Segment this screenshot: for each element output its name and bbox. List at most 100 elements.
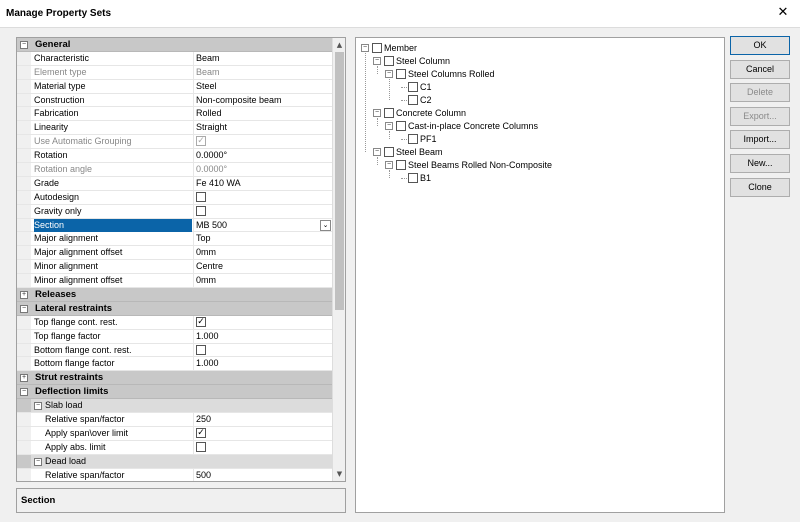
property-checkbox[interactable] <box>196 344 206 355</box>
collapse-icon[interactable]: − <box>20 388 28 397</box>
property-row-section[interactable]: Section MB 500 ⌄ <box>17 218 333 233</box>
property-row-element-type[interactable]: Element type Beam <box>17 65 333 80</box>
tree-checkbox[interactable] <box>384 56 394 66</box>
property-value[interactable]: 1.000 <box>193 357 333 372</box>
property-row-use-automatic-grouping[interactable]: Use Automatic Grouping ✓ <box>17 135 333 150</box>
chevron-down-icon[interactable]: ⌄ <box>320 219 331 231</box>
collapse-icon[interactable]: − <box>34 457 42 466</box>
property-row-bottom-flange-factor[interactable]: Bottom flange factor 1.000 <box>17 357 333 372</box>
property-row-top-flange-factor[interactable]: Top flange factor 1.000 <box>17 329 333 344</box>
property-value[interactable]: Beam <box>193 51 333 66</box>
property-value[interactable]: Non-composite beam <box>193 93 333 108</box>
property-row-major-alignment-offset[interactable]: Major alignment offset 0mm <box>17 246 333 261</box>
property-row-fabrication[interactable]: Fabrication Rolled <box>17 107 333 122</box>
clone-button[interactable]: Clone <box>730 177 790 197</box>
ok-button[interactable]: OK <box>730 36 790 55</box>
property-value[interactable]: 250 <box>193 413 333 427</box>
property-row-linearity[interactable]: Linearity Straight <box>17 121 333 136</box>
collapse-icon[interactable]: − <box>373 57 381 65</box>
collapse-icon[interactable]: − <box>385 122 393 130</box>
property-value[interactable]: Top <box>193 232 333 247</box>
scroll-thumb[interactable] <box>335 52 344 310</box>
property-value[interactable]: Centre <box>193 260 333 275</box>
collapse-icon[interactable]: − <box>20 304 28 313</box>
property-row-rotation[interactable]: Rotation 0.0000° <box>17 149 333 164</box>
property-row-minor-alignment[interactable]: Minor alignment Centre <box>17 260 333 275</box>
import-button[interactable]: Import... <box>730 130 790 150</box>
tree-checkbox[interactable] <box>408 82 418 92</box>
property-value[interactable]: Steel <box>193 79 333 94</box>
property-value[interactable]: 0.0000° <box>193 149 333 164</box>
tree-node-member[interactable]: − Member <box>356 42 716 54</box>
tree-checkbox[interactable] <box>384 108 394 118</box>
property-row-grade[interactable]: Grade Fe 410 WA <box>17 176 333 191</box>
property-row-minor-alignment-offset[interactable]: Minor alignment offset 0mm <box>17 274 333 289</box>
property-value[interactable]: 0.0000° <box>193 163 333 177</box>
property-checkbox[interactable] <box>196 205 206 216</box>
property-value[interactable]: 0mm <box>193 274 333 289</box>
property-row-characteristic[interactable]: Characteristic Beam <box>17 51 333 66</box>
tree-node-steel-beams-rolled-non-composite[interactable]: − Steel Beams Rolled Non-Composite <box>356 159 716 171</box>
property-checkbox[interactable] <box>196 191 206 202</box>
property-value[interactable]: MB 500 ⌄ <box>193 218 333 233</box>
property-row-major-alignment[interactable]: Major alignment Top <box>17 232 333 247</box>
property-row-apply-span-over-limit[interactable]: Apply span\over limit ✓ <box>17 426 333 441</box>
tree-checkbox[interactable] <box>396 160 406 170</box>
subcategory-dead-load[interactable]: − Dead load <box>17 454 333 469</box>
collapse-icon[interactable]: − <box>373 148 381 156</box>
scroll-down-icon[interactable]: ▼ <box>335 469 344 479</box>
property-row-construction[interactable]: Construction Non-composite beam <box>17 93 333 108</box>
tree-node-steel-columns-rolled[interactable]: − Steel Columns Rolled <box>356 68 716 80</box>
cancel-button[interactable]: Cancel <box>730 59 790 79</box>
collapse-icon[interactable]: − <box>34 402 42 411</box>
collapse-icon[interactable]: − <box>373 109 381 117</box>
tree-node-steel-column[interactable]: − Steel Column <box>356 55 716 67</box>
property-value[interactable]: 1.000 <box>193 329 333 344</box>
property-value[interactable]: Beam <box>193 65 333 80</box>
close-icon[interactable]: ✕ <box>774 4 792 22</box>
property-value[interactable]: Rolled <box>193 107 333 122</box>
category-lateral-restraints[interactable]: − Lateral restraints <box>17 301 333 316</box>
tree-checkbox[interactable] <box>396 69 406 79</box>
property-row-top-flange-cont-rest[interactable]: Top flange cont. rest. ✓ <box>17 315 333 330</box>
tree-checkbox[interactable] <box>408 95 418 105</box>
tree-checkbox[interactable] <box>372 43 382 53</box>
subcategory-slab-load[interactable]: − Slab load <box>17 399 333 414</box>
category-releases[interactable]: + Releases <box>17 288 333 302</box>
property-value[interactable]: Straight <box>193 121 333 136</box>
property-row-relative-span-factor[interactable]: Relative span/factor 500 <box>17 468 333 481</box>
category-general[interactable]: − General <box>17 38 333 52</box>
tree-checkbox[interactable] <box>384 147 394 157</box>
tree-checkbox[interactable] <box>408 173 418 183</box>
tree-node-steel-beam[interactable]: − Steel Beam <box>356 146 716 158</box>
scroll-up-icon[interactable]: ▲ <box>335 40 344 50</box>
property-row-autodesign[interactable]: Autodesign <box>17 190 333 205</box>
expand-icon[interactable]: + <box>20 291 28 300</box>
property-row-rotation-angle[interactable]: Rotation angle 0.0000° <box>17 163 333 177</box>
collapse-icon[interactable]: − <box>385 70 393 78</box>
tree-checkbox[interactable] <box>408 134 418 144</box>
property-checkbox[interactable]: ✓ <box>196 316 206 327</box>
property-row-apply-abs-limit[interactable]: Apply abs. limit <box>17 440 333 455</box>
collapse-icon[interactable]: − <box>385 161 393 169</box>
property-value[interactable]: 0mm <box>193 246 333 261</box>
property-row-bottom-flange-cont-rest[interactable]: Bottom flange cont. rest. <box>17 343 333 358</box>
category-strut-restraints[interactable]: + Strut restraints <box>17 371 333 386</box>
new-button[interactable]: New... <box>730 154 790 173</box>
tree-node-pf1[interactable]: PF1 <box>356 133 716 145</box>
property-value[interactable]: 500 <box>193 468 333 481</box>
property-row-gravity-only[interactable]: Gravity only <box>17 204 333 219</box>
collapse-icon[interactable]: − <box>361 44 369 52</box>
collapse-icon[interactable]: − <box>20 41 28 49</box>
property-row-relative-span-factor[interactable]: Relative span/factor 250 <box>17 413 333 427</box>
property-checkbox[interactable] <box>196 441 206 452</box>
category-deflection-limits[interactable]: − Deflection limits <box>17 385 333 400</box>
tree-node-concrete-column[interactable]: − Concrete Column <box>356 107 716 119</box>
property-checkbox[interactable]: ✓ <box>196 427 206 438</box>
tree-node-b1[interactable]: B1 <box>356 172 716 184</box>
expand-icon[interactable]: + <box>20 374 28 383</box>
property-grid-scrollbar[interactable]: ▲ ▼ <box>332 38 345 481</box>
tree-checkbox[interactable] <box>396 121 406 131</box>
tree-node-cast-in-place-concrete-columns[interactable]: − Cast-in-place Concrete Columns <box>356 120 716 132</box>
property-value[interactable]: Fe 410 WA <box>193 176 333 191</box>
